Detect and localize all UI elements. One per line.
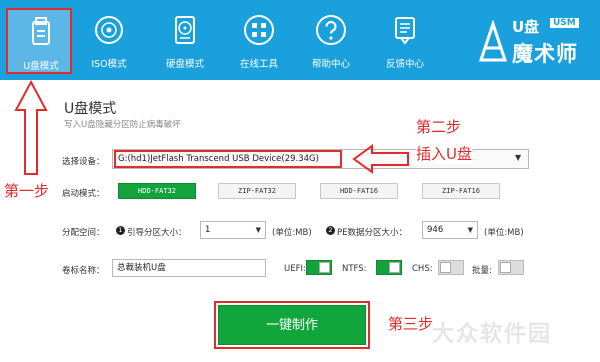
boot-partition-unit: (单位:MB)	[272, 228, 312, 238]
chevron-down-icon: ▼	[467, 226, 473, 234]
toggle-knob	[500, 262, 511, 273]
hard-disk-icon	[175, 16, 195, 44]
top-toolbar: U盘模式 ISO模式 硬盘模式 在线工具 帮助中心 反馈中心 U盘 USM 魔术…	[0, 0, 600, 80]
pe-partition-select[interactable]: 946 ▼	[422, 221, 478, 239]
batch-label: 批量:	[472, 266, 492, 276]
boot-mode-label: 启动模式：	[62, 189, 105, 199]
partition-label: 分配空间：	[62, 228, 105, 238]
tab-feedback-center-label: 反馈中心	[385, 59, 424, 70]
page-subtitle: 写入U盘隐藏分区防止病毒破坏	[64, 120, 181, 130]
device-value[interactable]: G:(hd1)JetFlash Transcend USB Device(29.…	[114, 150, 342, 168]
chs-label: CHS:	[412, 264, 433, 274]
volume-name-input[interactable]: 总裁装机U盘	[112, 259, 266, 277]
disc-icon	[95, 16, 123, 44]
boot-mode-hdd-fat32[interactable]: HDD-FAT32	[118, 183, 196, 199]
tab-usb-mode[interactable]: U盘模式	[6, 8, 72, 74]
tab-hdd-mode[interactable]: 硬盘模式	[152, 8, 218, 74]
tab-online-tools[interactable]: 在线工具	[226, 8, 292, 74]
uefi-label: UEFI:	[284, 264, 306, 274]
step1-annotation: 第一步	[4, 182, 50, 200]
usb-drive-icon	[32, 17, 50, 45]
one-click-make-button[interactable]: 一键制作	[218, 305, 366, 345]
uefi-toggle[interactable]	[306, 260, 332, 275]
brand-logo: U盘 USM 魔术师	[478, 14, 596, 70]
tab-online-tools-label: 在线工具	[239, 59, 278, 70]
tab-iso-mode[interactable]: ISO模式	[76, 8, 142, 74]
toggle-knob	[389, 262, 400, 273]
brand-usb-text: U盘	[512, 18, 540, 36]
tab-hdd-mode-label: 硬盘模式	[165, 59, 204, 70]
chevron-down-icon: ▼	[255, 226, 261, 234]
ntfs-label: NTFS:	[342, 264, 367, 274]
page-title: U盘模式	[64, 101, 117, 117]
step-number-badge: 1	[116, 226, 125, 235]
left-arrow-annotation	[352, 144, 409, 174]
step-number-badge: 2	[326, 226, 335, 235]
step2-insert-annotation: 插入U盘	[416, 143, 472, 164]
batch-toggle[interactable]	[498, 260, 524, 275]
help-icon	[316, 15, 346, 45]
boot-mode-zip-fat16[interactable]: ZIP-FAT16	[422, 183, 500, 199]
watermark: 大众软件园	[432, 322, 553, 347]
tab-help-center[interactable]: 帮助中心	[298, 8, 364, 74]
pe-partition-value: 946	[427, 225, 444, 235]
volume-label: 卷标名称：	[62, 266, 105, 276]
boot-mode-zip-fat32[interactable]: ZIP-FAT32	[218, 183, 296, 199]
pe-partition-label: PE数据分区大小：	[337, 228, 407, 238]
feedback-icon	[395, 17, 415, 45]
brand-usm-tag: USM	[550, 18, 579, 28]
tab-iso-mode-label: ISO模式	[91, 59, 127, 70]
tab-feedback-center[interactable]: 反馈中心	[372, 8, 438, 74]
tab-help-center-label: 帮助中心	[311, 59, 350, 70]
step3-annotation: 第三步	[388, 315, 434, 333]
chevron-down-icon[interactable]: ▼	[515, 153, 521, 162]
ntfs-toggle[interactable]	[376, 260, 402, 275]
grid-tools-icon	[244, 15, 274, 45]
tab-usb-mode-label: U盘模式	[23, 61, 59, 72]
toggle-knob	[319, 262, 330, 273]
brand-name: 魔术师	[512, 42, 578, 66]
toggle-knob	[440, 262, 451, 273]
boot-mode-hdd-fat16[interactable]: HDD-FAT16	[320, 183, 398, 199]
chs-toggle[interactable]	[438, 260, 464, 275]
boot-partition-label: 引导分区大小：	[127, 228, 187, 238]
boot-partition-value: 1	[205, 225, 211, 235]
device-label: 选择设备：	[62, 157, 105, 167]
up-arrow-annotation	[14, 80, 48, 175]
brand-hat-icon	[478, 20, 508, 62]
step2-annotation: 第二步	[416, 118, 462, 136]
boot-partition-select[interactable]: 1 ▼	[200, 221, 266, 239]
pe-partition-unit: (单位:MB)	[484, 228, 524, 238]
